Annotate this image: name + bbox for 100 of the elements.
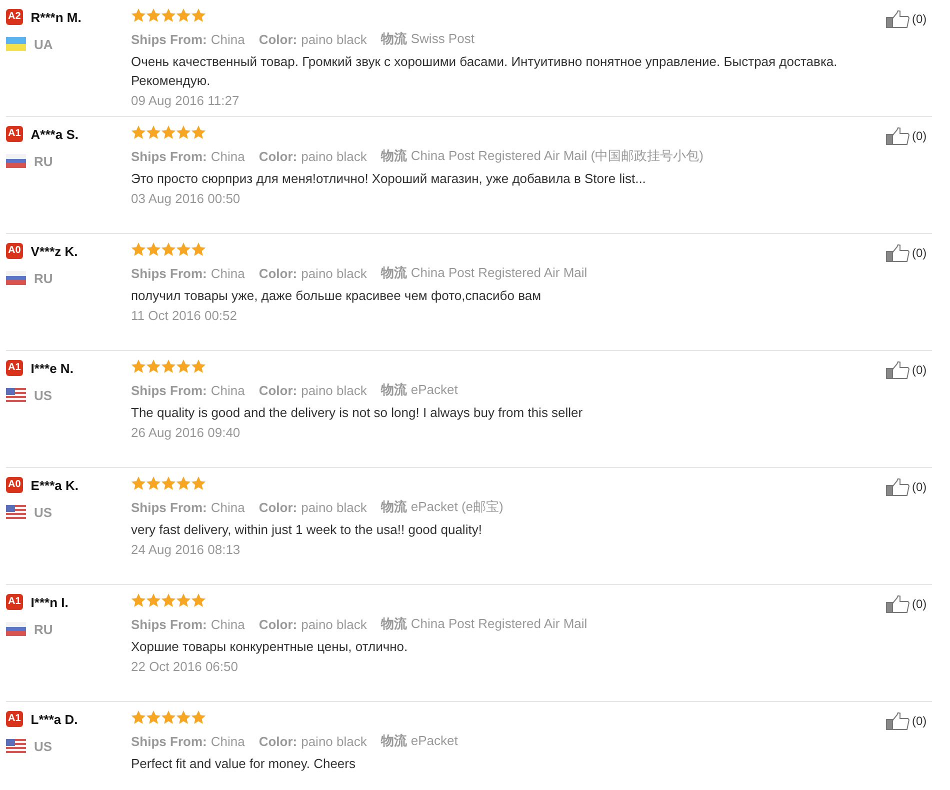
star-icon <box>161 476 176 490</box>
star-icon <box>161 242 176 256</box>
thumbs-up-icon[interactable] <box>886 244 910 262</box>
star-icon <box>191 242 206 256</box>
review-text: Это просто сюрприз для меня!отлично! Хороший магазин, уже добавила в Store list... <box>131 170 647 188</box>
star-icon <box>146 125 161 139</box>
attribute-label: 物流 <box>380 499 407 514</box>
attribute-label: Color: <box>258 148 298 164</box>
attribute-label: Ships From: <box>131 382 207 398</box>
review-text: получил товары уже, даже больше красивее чем фото,спасибо вам <box>131 287 542 305</box>
country-code: RU <box>34 270 53 286</box>
buyer-level-badge: A1 <box>6 126 23 142</box>
review-text: Очень качественный товар. Громкий звук с хорошими басами. Интуитивно понятное управление. Быстрая доставка. Рекомендую. <box>131 53 838 90</box>
like-count: (0) <box>912 11 927 28</box>
star-icon <box>131 8 146 22</box>
country-code: RU <box>34 622 53 636</box>
review-date: 03 Aug 2016 00:50 <box>131 191 242 206</box>
attribute-value: China <box>210 266 245 280</box>
star-icon <box>161 125 176 139</box>
thumbs-up-icon[interactable] <box>886 478 910 496</box>
like-count: (0) <box>912 245 927 262</box>
country-code: US <box>34 504 52 520</box>
country-code: RU <box>34 154 53 168</box>
reviewer-name: V***z K. <box>30 244 78 258</box>
attribute-value: Swiss Post <box>410 31 474 46</box>
attribute-value: paino black <box>301 500 367 514</box>
reviewer-name: I***n I. <box>30 594 68 610</box>
country-code: US <box>34 738 52 754</box>
attribute-value: ePacket <box>410 733 458 748</box>
attribute-value: China <box>210 500 245 514</box>
attribute-label: 物流 <box>380 265 407 280</box>
star-icon <box>146 476 161 490</box>
attribute-label: 物流 <box>380 733 407 748</box>
star-icon <box>131 359 146 373</box>
review-text: The quality is good and the delivery is not so long! I always buy from this seller <box>131 404 584 422</box>
buyer-level-badge: A2 <box>6 9 23 25</box>
reviewer-name: I***e N. <box>30 360 74 376</box>
reviewer-name: A***a S. <box>30 126 78 142</box>
attribute-label: 物流 <box>380 31 407 46</box>
star-icon <box>176 242 191 256</box>
attribute-label: Ships From: <box>131 266 207 280</box>
country-code: US <box>34 388 52 402</box>
attribute-value: paino black <box>301 148 367 164</box>
thumbs-up-icon[interactable] <box>886 595 910 613</box>
attribute-label: Ships From: <box>131 500 207 514</box>
like-count: (0) <box>912 128 927 145</box>
star-icon <box>191 125 206 139</box>
star-icon <box>131 593 146 607</box>
attribute-label: 物流 <box>380 148 407 163</box>
attribute-label: Color: <box>258 616 298 632</box>
attribute-value: China <box>210 382 245 398</box>
star-icon <box>146 359 161 373</box>
star-icon <box>191 710 206 724</box>
buyer-level-badge: A1 <box>6 360 23 376</box>
star-icon <box>176 125 191 139</box>
attribute-label: Color: <box>258 32 298 46</box>
star-icon <box>131 710 146 724</box>
attribute-value: paino black <box>301 382 367 398</box>
like-count: (0) <box>912 479 927 496</box>
review-date: 11 Oct 2016 00:52 <box>131 308 238 323</box>
star-icon <box>131 476 146 490</box>
attribute-label: Ships From: <box>131 734 207 748</box>
attribute-value: China <box>210 734 245 748</box>
attribute-label: Color: <box>258 500 298 514</box>
thumbs-up-icon[interactable] <box>886 10 910 28</box>
review-date: 26 Aug 2016 09:40 <box>131 425 242 440</box>
attribute-value: paino black <box>301 616 367 632</box>
attribute-value: ePacket (e邮宝) <box>410 499 504 514</box>
buyer-level-badge: A0 <box>6 243 23 259</box>
attribute-value: paino black <box>301 734 367 748</box>
attribute-value: China Post Registered Air Mail <box>410 265 588 280</box>
star-icon <box>176 710 191 724</box>
review-date: 24 Aug 2016 08:13 <box>131 542 242 557</box>
attribute-label: 物流 <box>380 616 407 631</box>
like-count: (0) <box>912 596 927 613</box>
star-icon <box>161 593 176 607</box>
thumbs-up-icon[interactable] <box>886 361 910 379</box>
star-icon <box>131 242 146 256</box>
attribute-value: China <box>210 616 245 632</box>
attribute-label: Ships From: <box>131 32 207 46</box>
attribute-value: paino black <box>301 266 367 280</box>
reviewer-name: R***n M. <box>30 10 82 24</box>
star-icon <box>191 359 206 373</box>
attribute-value: ePacket <box>410 382 458 397</box>
review-date: 22 Oct 2016 06:50 <box>131 659 239 674</box>
like-count: (0) <box>912 362 927 379</box>
review-text: Perfect fit and value for money. Cheers <box>131 755 356 773</box>
star-icon <box>191 593 206 607</box>
star-icon <box>161 359 176 373</box>
thumbs-up-icon[interactable] <box>886 712 910 730</box>
buyer-level-badge: A1 <box>6 711 23 727</box>
attribute-value: paino black <box>301 32 367 46</box>
attribute-label: Ships From: <box>131 148 207 164</box>
attribute-value: China <box>210 148 245 164</box>
star-icon <box>191 8 206 22</box>
star-icon <box>146 710 161 724</box>
star-icon <box>161 8 176 22</box>
thumbs-up-icon[interactable] <box>886 127 910 145</box>
star-icon <box>176 593 191 607</box>
attribute-label: Color: <box>258 266 298 280</box>
